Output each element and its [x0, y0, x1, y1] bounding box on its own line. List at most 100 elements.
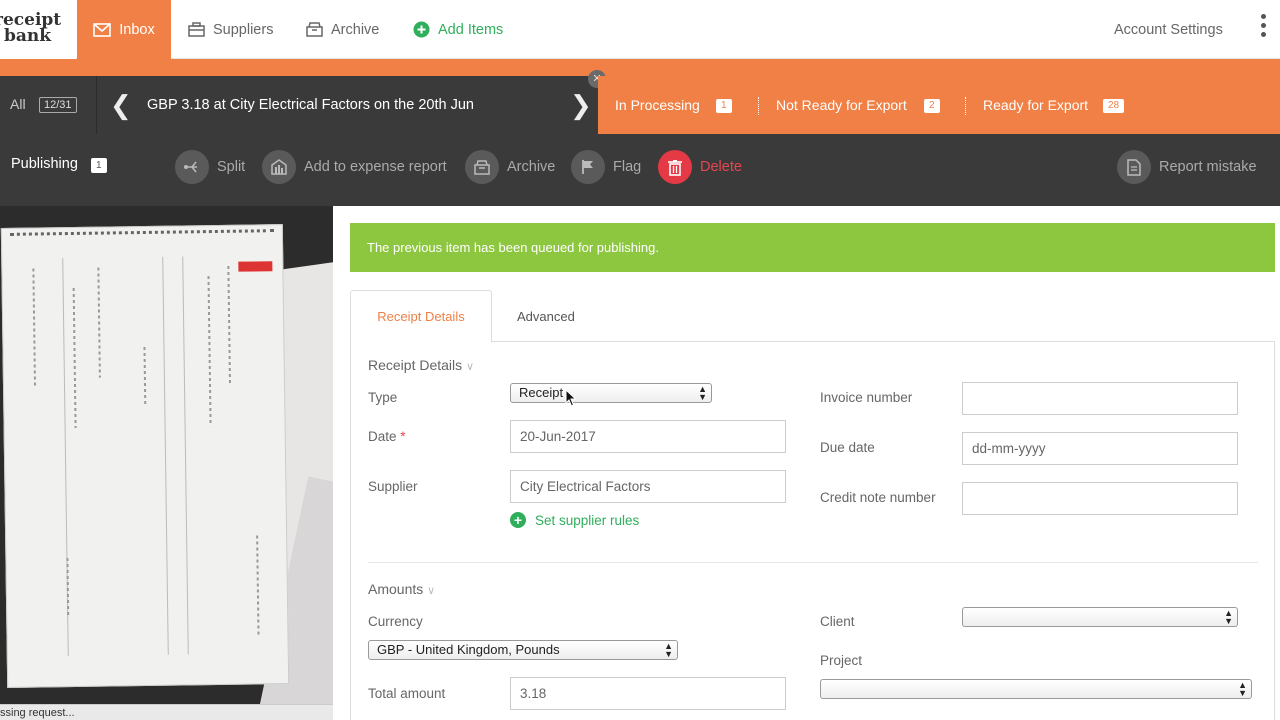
column-rule [182, 256, 189, 655]
status-separator [758, 97, 759, 115]
form-tabs: Receipt Details Advanced [350, 290, 1275, 343]
receipt-print [207, 276, 212, 427]
status-ready-for-export[interactable]: Ready for Export [983, 97, 1088, 113]
receipt-image [0, 224, 290, 688]
select-arrows-icon: ▲ ▼ [1238, 680, 1247, 698]
split-button[interactable]: Split [175, 150, 245, 184]
total-amount-label: Total amount [368, 686, 446, 701]
column-rule [162, 256, 169, 655]
status-not-ready[interactable]: Not Ready for Export [776, 97, 907, 113]
next-item-icon[interactable]: ❯ [570, 92, 592, 118]
orange-strip [0, 59, 1280, 76]
nav-archive-label: Archive [331, 21, 380, 38]
type-select-value: Receipt [519, 385, 564, 400]
archive-box-icon [306, 22, 323, 37]
due-date-field[interactable]: dd-mm-yyyy [962, 432, 1238, 465]
nav-archive[interactable]: Archive [306, 0, 379, 59]
chevron-down-icon: ∨ [466, 361, 475, 373]
type-label: Type [368, 390, 398, 405]
nav-inbox-label: Inbox [119, 21, 155, 38]
receipt-bank-logo[interactable]: receipt bank [0, 0, 76, 59]
receipt-print [227, 265, 232, 386]
add-to-expense-report-button[interactable]: Add to expense report [262, 150, 447, 184]
delete-button[interactable]: Delete [658, 150, 742, 184]
amounts-heading-label: Amounts [368, 581, 424, 597]
credit-note-field[interactable] [962, 482, 1238, 515]
item-navigator: All 12/31 ❮ GBP 3.18 at City Electrical … [0, 76, 598, 134]
currency-select-value: GBP - United Kingdom, Pounds [377, 642, 560, 657]
status-separator [965, 97, 966, 115]
date-label-text: Date [368, 429, 397, 444]
client-select[interactable]: ▲ ▼ [962, 607, 1238, 627]
account-settings-link[interactable]: Account Settings [1114, 0, 1223, 59]
status-not-ready-count: 2 [924, 99, 940, 113]
client-label: Client [820, 614, 855, 629]
logo-line-2: bank [4, 26, 52, 46]
nav-suppliers-label: Suppliers [213, 21, 274, 38]
divider [96, 76, 97, 134]
total-amount-field[interactable]: 3.18 [510, 677, 786, 710]
tab-advanced[interactable]: Advanced [517, 290, 575, 343]
set-supplier-rules-label: Set supplier rules [535, 512, 640, 528]
supplier-field[interactable]: City Electrical Factors [510, 470, 786, 503]
nav-add-items-label: Add Items [438, 21, 504, 38]
credit-note-label: Credit note number [820, 490, 936, 505]
currency-select[interactable]: GBP - United Kingdom, Pounds ▲ ▼ [368, 640, 678, 660]
tab-receipt-details[interactable]: Receipt Details [350, 290, 492, 343]
mouse-cursor-icon [565, 389, 577, 407]
all-filter[interactable]: All [10, 96, 26, 112]
section-divider [368, 562, 1258, 563]
due-date-label: Due date [820, 440, 875, 455]
plus-circle-icon: + [510, 512, 526, 528]
date-label: Date * [368, 429, 406, 444]
trash-icon [658, 150, 692, 184]
type-select[interactable]: Receipt ▲ ▼ [510, 383, 712, 403]
currency-label: Currency [368, 614, 423, 629]
perforation [9, 229, 274, 237]
receipt-print [66, 558, 70, 619]
receipt-form: The previous item has been queued for pu… [333, 206, 1280, 720]
receipt-image-panel[interactable] [0, 206, 333, 720]
status-in-processing[interactable]: In Processing [615, 97, 700, 113]
current-item-title: GBP 3.18 at City Electrical Factors on t… [147, 97, 474, 113]
supplier-label: Supplier [368, 479, 418, 494]
receipt-print [256, 535, 260, 636]
delete-label: Delete [700, 159, 742, 175]
add-to-expense-report-label: Add to expense report [304, 159, 447, 175]
suppliers-icon [188, 22, 205, 37]
project-select[interactable]: ▲ ▼ [820, 679, 1252, 699]
account-settings-label: Account Settings [1114, 21, 1223, 38]
flag-icon [571, 150, 605, 184]
set-supplier-rules-link[interactable]: + Set supplier rules [510, 512, 639, 528]
item-count-badge: 12/31 [39, 97, 77, 113]
date-field[interactable]: 20-Jun-2017 [510, 420, 786, 453]
more-menu-icon[interactable] [1258, 14, 1268, 40]
status-in-processing-count: 1 [716, 99, 732, 113]
publishing-count: 1 [91, 158, 107, 173]
archive-button[interactable]: Archive [465, 150, 555, 184]
plus-circle-icon [413, 21, 430, 38]
document-icon [1117, 150, 1151, 184]
archive-label: Archive [507, 159, 556, 175]
select-arrows-icon: ▲ ▼ [698, 384, 707, 402]
flag-button[interactable]: Flag [571, 150, 641, 184]
select-arrows-icon: ▲ ▼ [1224, 608, 1233, 626]
previous-item-icon[interactable]: ❮ [110, 92, 132, 118]
receipt-details-heading[interactable]: Receipt Details ∨ [368, 357, 474, 373]
select-arrows-icon: ▲ ▼ [664, 641, 673, 659]
nav-suppliers[interactable]: Suppliers [188, 0, 273, 59]
invoice-number-field[interactable] [962, 382, 1238, 415]
archive-icon [465, 150, 499, 184]
nav-inbox[interactable]: Inbox [77, 0, 171, 59]
nav-add-items[interactable]: Add Items [413, 0, 503, 59]
success-alert: The previous item has been queued for pu… [350, 223, 1275, 272]
report-mistake-button[interactable]: Report mistake [1117, 150, 1257, 184]
receipt-print [32, 268, 37, 389]
publishing-label: Publishing [11, 156, 78, 172]
supplier-logo [238, 261, 273, 272]
project-label: Project [820, 653, 863, 668]
amounts-heading[interactable]: Amounts ∨ [368, 581, 435, 597]
receipt-print [72, 287, 77, 428]
flag-label: Flag [613, 159, 642, 175]
status-filters: In Processing 1 Not Ready for Export 2 R… [598, 76, 1280, 134]
